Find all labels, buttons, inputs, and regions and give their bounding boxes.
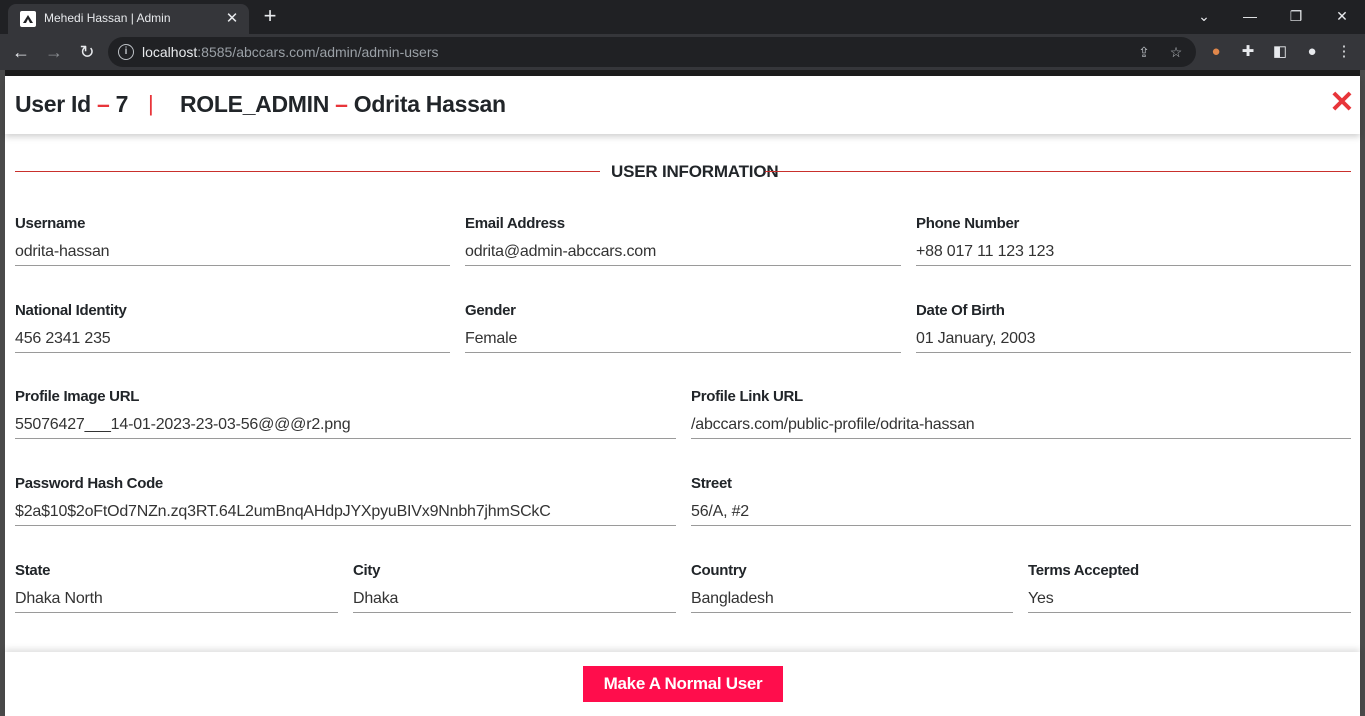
field-underline — [691, 525, 1351, 526]
address-bar[interactable]: i localhost:8585/abccars.com/admin/admin… — [108, 37, 1196, 67]
page-backdrop: User Id – 7 | ROLE_ADMIN – Odrita Hassan… — [0, 70, 1365, 716]
field-label: Phone Number — [916, 215, 1020, 232]
field-underline — [465, 352, 901, 353]
field-label: Country — [691, 562, 747, 579]
field-underline — [691, 438, 1351, 439]
field-underline — [15, 438, 676, 439]
tab-close-icon[interactable]: ✕ — [222, 9, 242, 29]
field-value[interactable]: 01 January, 2003 — [916, 330, 1035, 348]
field-underline — [465, 265, 901, 266]
field-value[interactable]: Female — [465, 330, 517, 348]
field-underline — [691, 612, 1013, 613]
site-favicon-icon — [20, 11, 36, 27]
field-label: City — [353, 562, 381, 579]
modal-footer: Make A Normal User — [5, 652, 1360, 716]
field-label: Profile Link URL — [691, 388, 803, 405]
user-id-heading: User Id – 7 — [15, 91, 129, 117]
bookmark-star-icon[interactable]: ☆ — [1166, 42, 1186, 62]
profile-avatar-icon[interactable]: ● — [1302, 42, 1322, 62]
field-value[interactable]: 456 2341 235 — [15, 330, 111, 348]
field-label: Street — [691, 475, 732, 492]
share-icon[interactable]: ⇪ — [1134, 42, 1154, 62]
field-label: Profile Image URL — [15, 388, 140, 405]
side-panel-icon[interactable]: ◧ — [1270, 42, 1290, 62]
extensions-puzzle-icon[interactable]: ✚ — [1238, 42, 1258, 62]
field-value[interactable]: odrita@admin-abccars.com — [465, 243, 656, 261]
restore-icon[interactable]: ❐ — [1284, 4, 1308, 28]
section-divider-right — [765, 171, 1351, 172]
window-close-icon[interactable]: ✕ — [1330, 4, 1354, 28]
field-value[interactable]: 56/A, #2 — [691, 503, 749, 521]
field-label: Email Address — [465, 215, 565, 232]
field-value[interactable]: Yes — [1028, 590, 1054, 608]
field-value[interactable]: Dhaka — [353, 590, 398, 608]
field-underline — [916, 352, 1351, 353]
field-underline — [15, 612, 338, 613]
field-value[interactable]: $2a$10$2oFtOd7NZn.zq3RT.64L2umBnqAHdpJYX… — [15, 503, 551, 521]
forward-icon[interactable]: → — [42, 40, 66, 64]
field-label: Gender — [465, 302, 516, 319]
tab-title: Mehedi Hassan | Admin — [44, 11, 171, 25]
field-label: State — [15, 562, 51, 579]
field-label: Date Of Birth — [916, 302, 1005, 319]
site-info-icon[interactable]: i — [118, 44, 134, 60]
make-normal-user-button[interactable]: Make A Normal User — [583, 666, 783, 702]
field-value[interactable]: 55076427___14-01-2023-23-03-56@@@r2.png — [15, 416, 351, 434]
field-label: Password Hash Code — [15, 475, 163, 492]
browser-toolbar: ← → ↻ i localhost:8585/abccars.com/admin… — [0, 34, 1365, 70]
browser-tab-bar: Mehedi Hassan | Admin ✕ + ⌄ — ❐ ✕ — [0, 0, 1365, 34]
reload-icon[interactable]: ↻ — [75, 40, 99, 64]
field-value[interactable]: /abccars.com/public-profile/odrita-hassa… — [691, 416, 975, 434]
field-label: National Identity — [15, 302, 127, 319]
user-role-heading: ROLE_ADMIN – Odrita Hassan — [180, 91, 506, 117]
field-value[interactable]: odrita-hassan — [15, 243, 110, 261]
field-underline — [15, 352, 450, 353]
field-underline — [916, 265, 1351, 266]
tab-search-icon[interactable]: ⌄ — [1192, 4, 1216, 28]
field-value[interactable]: Bangladesh — [691, 590, 774, 608]
back-icon[interactable]: ← — [9, 40, 33, 64]
browser-tab[interactable]: Mehedi Hassan | Admin ✕ — [8, 4, 249, 34]
user-details-modal: User Id – 7 | ROLE_ADMIN – Odrita Hassan… — [5, 76, 1360, 716]
section-divider-left — [15, 171, 600, 172]
field-underline — [15, 525, 676, 526]
modal-close-icon[interactable]: ✕ — [1329, 88, 1355, 118]
new-tab-icon[interactable]: + — [258, 5, 282, 29]
field-label: Terms Accepted — [1028, 562, 1139, 579]
header-separator: | — [148, 91, 154, 116]
modal-header: User Id – 7 | ROLE_ADMIN – Odrita Hassan… — [5, 76, 1360, 134]
field-underline — [15, 265, 450, 266]
field-value[interactable]: Dhaka North — [15, 590, 103, 608]
field-underline — [1028, 612, 1351, 613]
cookie-extension-icon[interactable]: ● — [1206, 42, 1226, 62]
field-label: Username — [15, 215, 86, 232]
minimize-icon[interactable]: — — [1238, 4, 1262, 28]
section-title: USER INFORMATION — [611, 162, 779, 181]
field-underline — [353, 612, 676, 613]
field-value[interactable]: +88 017 11 123 123 — [916, 243, 1054, 261]
browser-menu-icon[interactable]: ⋮ — [1334, 42, 1354, 62]
url-text: localhost:8585/abccars.com/admin/admin-u… — [142, 44, 439, 60]
